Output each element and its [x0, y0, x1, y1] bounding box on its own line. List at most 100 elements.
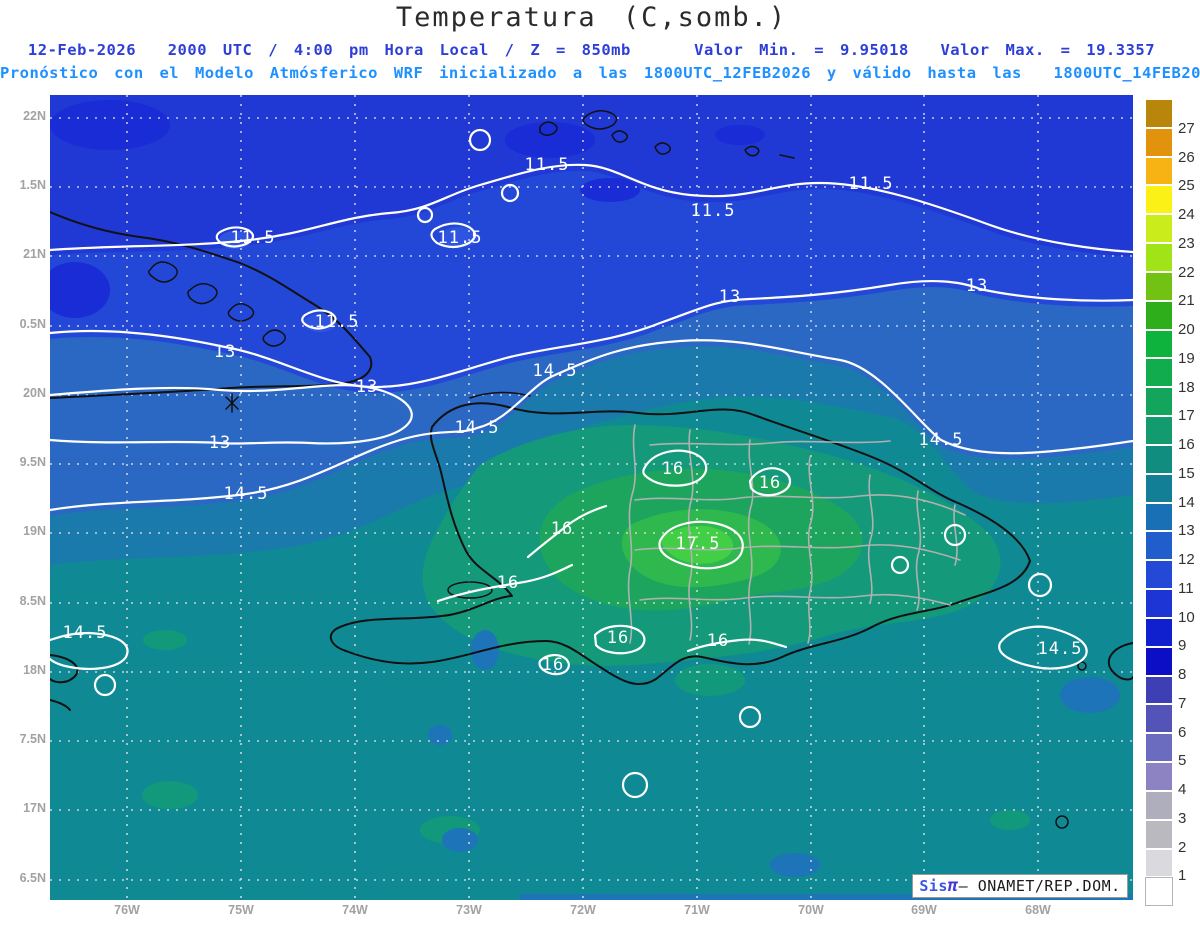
credit-pi-icon: π [947, 876, 959, 896]
colorbar-tick-label: 13 [1178, 522, 1195, 540]
contour-value-label: 14.5 [532, 361, 578, 381]
contour-value-label: 13 [718, 287, 742, 307]
contour-value-label: 16 [541, 655, 565, 675]
colorbar-tick-label: 5 [1178, 752, 1187, 770]
colorbar-segment [1146, 791, 1172, 819]
colorbar-segment [1146, 618, 1172, 646]
colorbar-tick-label: 3 [1178, 809, 1187, 827]
colorbar-segment [1146, 244, 1172, 271]
contour-value-label: 13 [213, 342, 237, 362]
weather-map-page: Temperatura (C,somb.) 12-Feb-2026 2000 U… [0, 0, 1200, 927]
contour-value-label: 11.5 [230, 228, 276, 248]
contour-value-label: 16 [661, 459, 685, 479]
map-canvas [50, 95, 1133, 900]
colorbar-segment [1146, 705, 1172, 733]
lat-tick-label: 9.5N [19, 455, 46, 469]
colorbar-segment [1146, 128, 1172, 156]
colorbar-segment [1146, 445, 1172, 473]
contour-value-label: 14.5 [62, 623, 108, 643]
colorbar-tick-label: 22 [1178, 263, 1195, 281]
colorbar-segment [1146, 474, 1172, 502]
colorbar-tick-label: 7 [1178, 694, 1187, 712]
colorbar-tick-label: 19 [1178, 349, 1195, 367]
colorbar-tick-label: 23 [1178, 234, 1195, 252]
colorbar-segment [1146, 820, 1172, 848]
lon-tick-label: 74W [342, 903, 368, 917]
colorbar-tick-label: 6 [1178, 723, 1187, 741]
lon-tick-label: 73W [456, 903, 482, 917]
lon-tick-label: 72W [570, 903, 596, 917]
lon-tick-label: 69W [911, 903, 937, 917]
colorbar-tick-label: 26 [1178, 148, 1195, 166]
colorbar-tick-label: 25 [1178, 177, 1195, 195]
colorbar-segment [1146, 157, 1172, 185]
colorbar-tick-label: 8 [1178, 666, 1187, 683]
lat-tick-label: 20N [23, 386, 46, 400]
colorbar-segment [1146, 647, 1172, 675]
colorbar-segment [1146, 532, 1172, 560]
colorbar-segment [1146, 417, 1172, 444]
credit-box: Sis π – ONAMET/REP.DOM. [912, 874, 1128, 898]
lon-tick-label: 71W [684, 903, 710, 917]
colorbar-segment [1146, 301, 1172, 329]
colorbar-tick-label: 14 [1178, 493, 1195, 511]
colorbar-segment [1146, 849, 1172, 877]
lat-tick-label: 6.5N [19, 871, 46, 885]
colorbar-tick-label: 9 [1178, 637, 1187, 655]
lat-tick-label: 1.5N [19, 178, 46, 192]
colorbar-tick-label: 17 [1178, 407, 1195, 425]
lat-tick-label: 22N [23, 109, 46, 123]
lat-tick-label: 17N [23, 801, 46, 815]
colorbar-segment [1146, 763, 1172, 790]
colorbar-tick-label: 10 [1178, 608, 1195, 626]
colorbar-segment [1146, 272, 1172, 300]
contour-value-label: 11.5 [524, 155, 570, 175]
credit-sis: Sis [919, 877, 948, 895]
contour-value-label: 13 [355, 377, 379, 397]
lon-tick-label: 68W [1025, 903, 1051, 917]
colorbar-segment [1146, 676, 1172, 704]
lat-tick-label: 21N [23, 247, 46, 261]
colorbar-tick-label: 15 [1178, 464, 1195, 482]
contour-value-label: 14.5 [454, 418, 500, 438]
colorbar-tick-label: 21 [1178, 292, 1195, 310]
colorbar-segment [1146, 215, 1172, 243]
contour-value-label: 11.5 [690, 201, 736, 221]
colorbar-tick-label: 4 [1178, 781, 1187, 798]
colorbar-tick-label: 20 [1178, 321, 1195, 338]
colorbar-tick-label: 16 [1178, 436, 1195, 453]
credit-text: – ONAMET/REP.DOM. [958, 877, 1121, 895]
lon-tick-label: 70W [798, 903, 824, 917]
lat-tick-label: 18N [23, 663, 46, 677]
contour-value-label: 13 [208, 433, 232, 453]
colorbar-tick-label: 12 [1178, 551, 1195, 568]
colorbar-tick-label: 11 [1178, 579, 1194, 597]
colorbar-segment [1146, 561, 1172, 589]
colorbar-tick-label: 2 [1178, 838, 1187, 856]
colorbar-segment [1146, 100, 1172, 127]
lat-tick-label: 8.5N [19, 594, 46, 608]
page-title: Temperatura (C,somb.) [395, 2, 788, 33]
contour-value-label: 16 [550, 519, 574, 539]
contour-value-label: 17.5 [675, 534, 721, 554]
colorbar-tick-label: 27 [1178, 119, 1195, 137]
contour-value-label: 16 [758, 473, 782, 493]
temperature-map: 11.5 11.5 11.5 11.5 11.5 11.5 13 13 13 13 13 14.5 14… [50, 95, 1133, 900]
colorbar-segment [1146, 388, 1172, 416]
contour-value-label: 16 [496, 573, 520, 593]
contour-value-label: 16 [606, 628, 630, 648]
contour-value-label: 14.5 [918, 430, 964, 450]
subtitle-valid-time: 12-Feb-2026 2000 UTC / 4:00 pm Hora Loca… [27, 41, 1156, 59]
contour-value-label: 13 [965, 276, 989, 296]
colorbar-segment [1145, 877, 1173, 907]
contour-value-label: 14.5 [1037, 639, 1083, 659]
contour-value-label: 11.5 [437, 228, 483, 248]
contour-value-label: 11.5 [314, 312, 360, 332]
colorbar-segment [1146, 503, 1172, 531]
subtitle-model-run: Pronóstico con el Modelo Atmósferico WRF… [0, 64, 1200, 82]
contour-value-label: 16 [706, 631, 730, 651]
lat-tick-label: 0.5N [19, 317, 46, 331]
lat-tick-label: 7.5N [19, 732, 46, 746]
colorbar-tick-label: 18 [1178, 378, 1195, 396]
colorbar-segment [1146, 734, 1172, 762]
